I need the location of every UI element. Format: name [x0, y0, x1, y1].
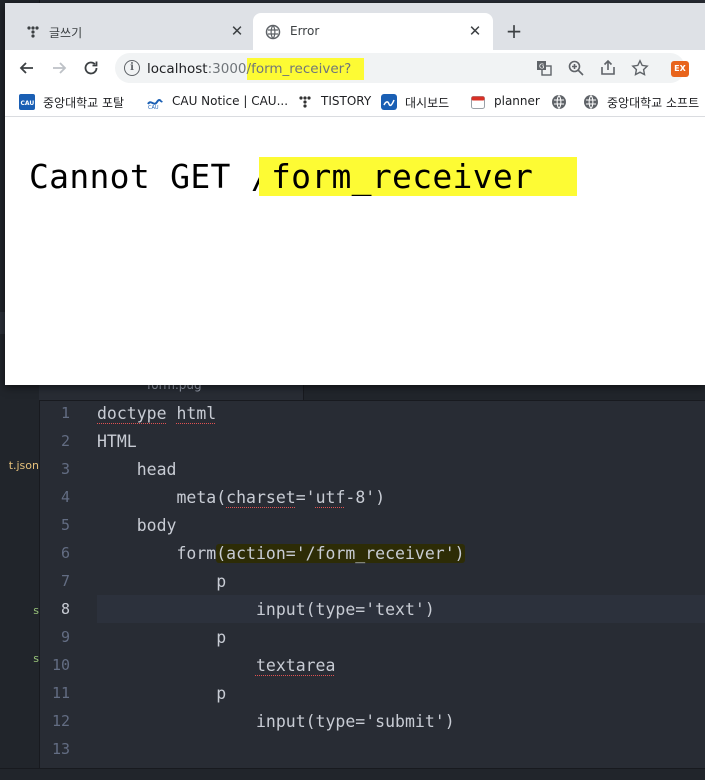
- calendar-icon: [470, 94, 486, 110]
- line-number: 5: [60, 516, 70, 534]
- url-path-highlight: /form_receiver?: [246, 58, 365, 80]
- reload-icon[interactable]: [81, 58, 101, 78]
- error-message: Cannot GET /form_receiver: [29, 157, 578, 196]
- explorer-file-label[interactable]: s: [33, 652, 39, 665]
- code-token: input(type='submit'): [255, 712, 455, 731]
- tistory-dots-icon: [25, 24, 41, 40]
- bookmark-label: TISTORY: [321, 94, 372, 108]
- svg-text:CAU: CAU: [148, 105, 159, 110]
- tab-title: Error: [290, 24, 320, 38]
- line-number: 12: [51, 712, 70, 730]
- code-line[interactable]: input(type='text'): [97, 596, 435, 624]
- bookmark-label: 중앙대학교 포탈: [43, 96, 125, 110]
- svg-text:CAU: CAU: [21, 100, 35, 107]
- tab-strip: 글쓰기 ✕ Error ✕ +: [5, 3, 705, 50]
- bookmark-label: planner: [494, 94, 540, 108]
- cau-wave-icon: CAU: [147, 94, 163, 111]
- code-token: p: [216, 628, 227, 647]
- line-number: 6: [60, 544, 70, 562]
- explorer-file-label[interactable]: s: [33, 604, 39, 617]
- bookmark-label: 중앙대학교 소프트: [607, 96, 700, 110]
- explorer-file-label[interactable]: t.json: [9, 459, 39, 472]
- line-number: 1: [60, 404, 70, 422]
- code-line[interactable]: input(type='submit'): [97, 708, 455, 736]
- code-line[interactable]: body: [97, 512, 177, 540]
- page-content: Cannot GET /form_receiver: [5, 117, 705, 385]
- back-arrow-icon[interactable]: [17, 58, 37, 78]
- code-token: p: [216, 684, 227, 703]
- extension-icon[interactable]: EX: [671, 61, 689, 77]
- code-token: textarea: [255, 656, 336, 675]
- code-line[interactable]: HTML: [97, 428, 137, 456]
- new-tab-button[interactable]: +: [504, 19, 524, 43]
- browser-toolbar: i localhost:3000/form_receiver? G EX: [5, 50, 705, 86]
- browser-window: 글쓰기 ✕ Error ✕ + i localhost:3000/form_re…: [5, 3, 705, 385]
- bookmark-label: CAU Notice | CAU...: [172, 94, 289, 108]
- line-number: 8: [60, 600, 70, 618]
- tab-write[interactable]: 글쓰기 ✕: [5, 13, 253, 50]
- globe-icon: [583, 94, 599, 110]
- code-token: meta(: [176, 488, 227, 507]
- status-bar: [0, 768, 705, 780]
- code-token: HTML: [97, 432, 137, 451]
- tistory-dots-icon: [297, 94, 313, 110]
- code-line[interactable]: p: [97, 680, 226, 708]
- code-line[interactable]: p: [97, 624, 226, 652]
- address-bar[interactable]: i localhost:3000/form_receiver? G: [115, 53, 685, 83]
- code-token: body: [136, 516, 177, 535]
- error-prefix: Cannot GET /: [29, 157, 272, 196]
- code-token: head: [136, 460, 177, 479]
- cau-icon: CAU: [19, 94, 35, 110]
- line-number: 11: [51, 684, 70, 702]
- share-icon[interactable]: [599, 59, 617, 77]
- code-token: doctype: [97, 404, 167, 423]
- line-number: 7: [60, 572, 70, 590]
- tab-title: 글쓰기: [49, 26, 83, 40]
- forward-arrow-icon[interactable]: [49, 58, 69, 78]
- code-token: form: [176, 544, 217, 563]
- close-icon[interactable]: ✕: [466, 22, 484, 40]
- globe-icon: [265, 24, 281, 40]
- line-number: 10: [51, 656, 70, 674]
- line-number: 4: [60, 488, 70, 506]
- svg-text:G: G: [539, 63, 544, 71]
- line-number: 2: [60, 432, 70, 450]
- code-token: p: [216, 572, 227, 591]
- bookmark-label: 대시보드: [405, 96, 450, 110]
- translate-icon[interactable]: G: [535, 59, 553, 77]
- dashboard-icon: [381, 94, 397, 110]
- code-line[interactable]: doctype html: [97, 400, 216, 428]
- tab-error[interactable]: Error ✕: [253, 13, 493, 50]
- url-text[interactable]: localhost:3000/form_receiver?: [147, 58, 365, 80]
- code-line[interactable]: textarea: [97, 652, 335, 680]
- error-path-highlight: form_receiver: [259, 157, 578, 196]
- globe-icon: [551, 94, 567, 110]
- code-token: -8'): [345, 488, 386, 507]
- bookmarks-bar: CAU 중앙대학교 포탈 CAU CAU Notice | CAU... TISTORY…: [5, 86, 705, 117]
- code-token: =': [295, 488, 316, 507]
- code-token: input(type='text'): [255, 600, 435, 619]
- code-token: charset: [226, 488, 296, 507]
- info-icon[interactable]: i: [124, 60, 140, 76]
- code-token: html: [176, 404, 217, 423]
- line-number: 9: [60, 628, 70, 646]
- zoom-icon[interactable]: [567, 59, 585, 77]
- highlighted-code: (action='/form_receiver'): [216, 544, 465, 563]
- code-line[interactable]: p: [97, 568, 226, 596]
- close-icon[interactable]: ✕: [228, 22, 246, 40]
- code-line[interactable]: form(action='/form_receiver'): [97, 540, 465, 568]
- code-line[interactable]: meta(charset='utf-8'): [97, 484, 385, 512]
- code-token: utf: [315, 488, 346, 507]
- line-number: 3: [60, 460, 70, 478]
- code-line[interactable]: head: [97, 456, 177, 484]
- star-icon[interactable]: [631, 59, 649, 77]
- line-number: 13: [51, 740, 70, 758]
